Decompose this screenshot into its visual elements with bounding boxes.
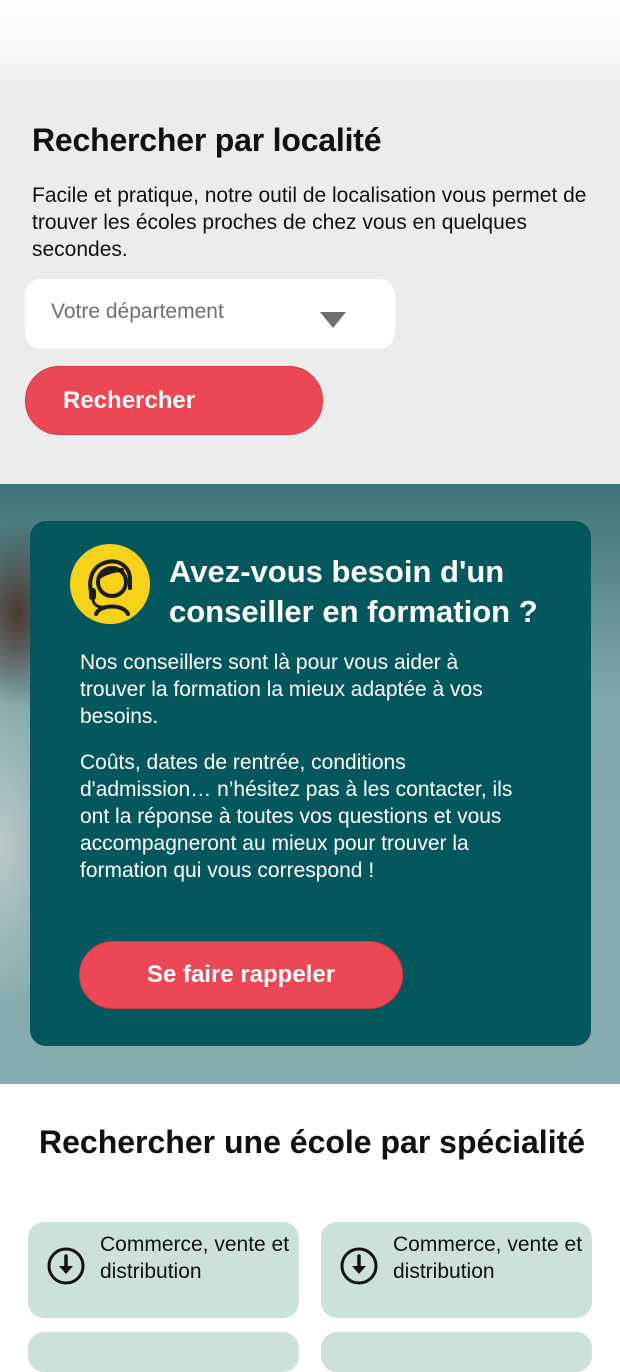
advisor-card-title: Avez-vous besoin d'un conseiller en form… [169, 554, 538, 629]
department-select[interactable]: Votre département [25, 279, 395, 349]
advisor-card-paragraph-1: Nos conseillers sont là pour vous aider … [80, 651, 483, 728]
headset-advisor-icon [70, 544, 150, 624]
specialty-item-label: Commerce, vente et distribution [100, 1233, 290, 1283]
download-circle-icon [340, 1247, 378, 1285]
locality-search-title: Rechercher par localité [32, 122, 382, 158]
specialty-item[interactable]: Commerce, vente et distribution [321, 1222, 592, 1318]
chevron-down-icon [320, 312, 346, 328]
advisor-card: Avez-vous besoin d'un conseiller en form… [30, 521, 591, 1046]
specialty-search-title: Rechercher une école par spécialité [39, 1124, 586, 1160]
top-header-area [0, 0, 620, 84]
specialty-item-label: Commerce, vente et distribution [393, 1233, 583, 1283]
locality-search-description: Facile et pratique, notre outil de local… [32, 184, 587, 261]
specialty-item-partial[interactable] [321, 1332, 592, 1372]
search-button[interactable]: Rechercher [25, 366, 323, 435]
specialty-item-partial[interactable] [28, 1332, 299, 1372]
department-select-placeholder: Votre département [51, 300, 224, 323]
download-circle-icon [47, 1247, 85, 1285]
callback-button[interactable]: Se faire rappeler [79, 941, 403, 1009]
advisor-card-paragraph-2: Coûts, dates de rentrée, conditions d'ad… [80, 751, 513, 882]
specialty-item[interactable]: Commerce, vente et distribution [28, 1222, 299, 1318]
locality-search-section: Rechercher par localité Facile et pratiq… [0, 84, 620, 484]
